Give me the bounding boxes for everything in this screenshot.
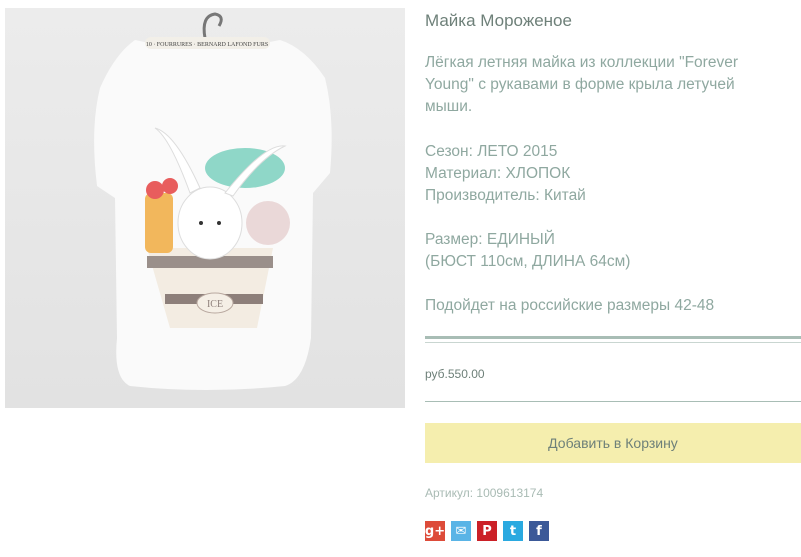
add-to-cart-button[interactable]: Добавить в Корзину	[425, 423, 801, 463]
spec-season: Сезон: ЛЕТО 2015	[425, 143, 558, 160]
fit-note: Подойдет на российские размеры 42-48	[425, 297, 715, 314]
product-image[interactable]: 10 · FOURRURES · BERNARD LAFOND FURS ICE	[5, 8, 405, 408]
product-description: Лёгкая летняя майка из коллекции "Foreve…	[425, 52, 775, 118]
odnoklassniki-icon[interactable]: ✉	[451, 521, 471, 541]
spec-material: Материал: ХЛОПОК	[425, 165, 571, 182]
divider	[425, 342, 801, 343]
divider	[425, 336, 801, 339]
social-share-bar: g+ ✉ Pt f	[425, 521, 549, 541]
twitter-icon[interactable]: t	[503, 521, 523, 541]
size-label: Размер: ЕДИНЫЙ	[425, 231, 555, 248]
product-specs: Сезон: ЛЕТО 2015 Материал: ХЛОПОК Произв…	[425, 141, 586, 207]
product-price: руб.550.00	[425, 367, 485, 381]
hanger-label: 10 · FOURRURES · BERNARD LAFOND FURS	[146, 42, 268, 48]
tshirt-illustration: 10 · FOURRURES · BERNARD LAFOND FURS ICE	[5, 8, 405, 408]
pinterest-icon[interactable]: P	[477, 521, 497, 541]
size-measurements: (БЮСТ 110см, ДЛИНА 64см)	[425, 253, 631, 270]
print-text: ICE	[207, 299, 223, 310]
product-title: Майка Мороженое	[425, 11, 572, 30]
description-text: Лёгкая летняя майка из коллекции "Foreve…	[425, 54, 738, 115]
spec-manufacturer: Производитель: Китай	[425, 187, 586, 204]
google-plus-icon[interactable]: g+	[425, 521, 445, 541]
product-size: Размер: ЕДИНЫЙ (БЮСТ 110см, ДЛИНА 64см)	[425, 229, 630, 273]
divider	[425, 401, 801, 402]
product-sku: Артикул: 1009613174	[425, 486, 544, 500]
facebook-icon[interactable]: f	[529, 521, 549, 541]
